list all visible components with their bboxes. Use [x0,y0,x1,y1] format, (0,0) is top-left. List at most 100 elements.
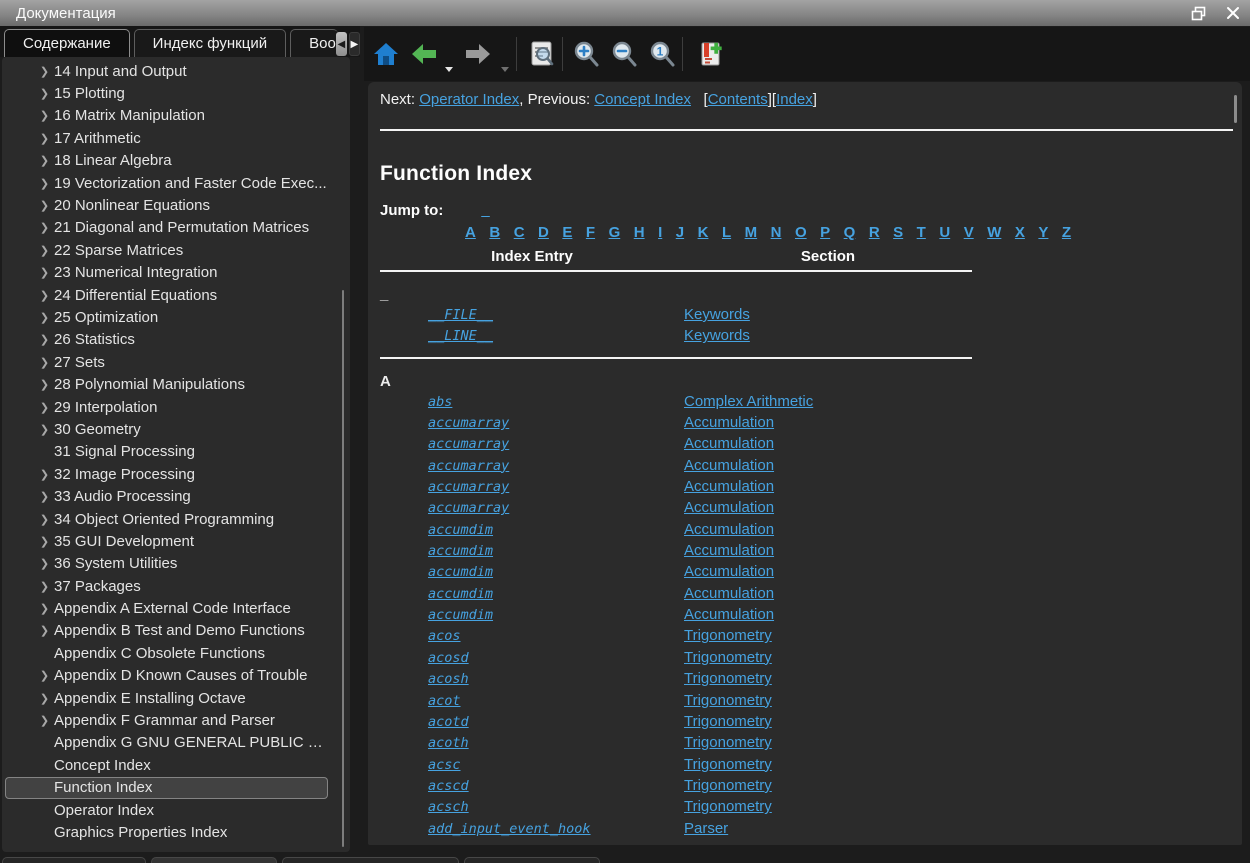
chevron-right-icon[interactable]: ❯ [35,669,54,682]
jump-letter-link[interactable]: Q [844,224,856,241]
tree-item[interactable]: ❯Appendix B Test and Demo Functions [5,620,328,642]
jump-letter-link[interactable]: Y [1038,224,1048,241]
tree-item[interactable]: ❯Appendix C Obsolete Functions [5,642,328,664]
tree-item[interactable]: ❯16 Matrix Manipulation [5,105,328,127]
chevron-right-icon[interactable]: ❯ [35,266,54,279]
function-link[interactable]: accumdim [404,564,493,580]
jump-letter-link[interactable]: N [771,224,782,241]
tree-item[interactable]: ❯17 Arithmetic [5,127,328,149]
bookmark-add-icon[interactable] [698,40,726,68]
section-link[interactable]: Trigonometry [684,649,772,666]
section-link[interactable]: Trigonometry [684,734,772,751]
jump-letter-link[interactable]: V [964,224,974,241]
tree-item[interactable]: ❯Appendix G GNU GENERAL PUBLIC LIC... [5,732,328,754]
restore-icon[interactable] [1190,4,1208,22]
tree-item[interactable]: ❯Concept Index [5,754,328,776]
close-icon[interactable] [1224,4,1242,22]
jump-letter-link[interactable]: P [820,224,830,241]
jump-letter-link[interactable]: T [917,224,926,241]
function-link[interactable]: accumdim [404,586,493,602]
jump-letter-link[interactable]: A [465,224,476,241]
section-link[interactable]: Accumulation [684,457,774,474]
jump-letter-link[interactable]: R [869,224,880,241]
tree-item[interactable]: ❯28 Polynomial Manipulations [5,373,328,395]
section-link[interactable]: Complex Arithmetic [684,393,813,410]
back-icon[interactable] [410,40,438,68]
chevron-right-icon[interactable]: ❯ [35,132,54,145]
tree-item[interactable]: ❯27 Sets [5,351,328,373]
tab-scroll-right-icon[interactable]: ▶ [349,32,360,56]
jump-underscore-link[interactable]: _ [481,202,489,219]
chevron-right-icon[interactable]: ❯ [35,356,54,369]
section-link[interactable]: Accumulation [684,585,774,602]
jump-letter-link[interactable]: O [795,224,807,241]
tree-item[interactable]: ❯31 Signal Processing [5,441,328,463]
zoom-in-icon[interactable] [572,40,600,68]
tree-item[interactable]: ❯Appendix A External Code Interface [5,597,328,619]
tree-item[interactable]: ❯33 Audio Processing [5,485,328,507]
jump-letter-link[interactable]: G [609,224,621,241]
section-link[interactable]: Trigonometry [684,798,772,815]
section-link[interactable]: Accumulation [684,542,774,559]
function-link[interactable]: acot [404,693,461,709]
function-link[interactable]: abs [404,394,452,410]
zoom-out-icon[interactable] [610,40,638,68]
sidebar-scrollbar-thumb[interactable] [342,290,345,847]
tab-function-index[interactable]: Индекс функций [134,29,286,57]
cut-off-button[interactable] [2,857,146,863]
chevron-right-icon[interactable]: ❯ [35,378,54,391]
tree-item[interactable]: ❯14 Input and Output [5,60,328,82]
section-link[interactable]: Trigonometry [684,627,772,644]
chevron-right-icon[interactable]: ❯ [35,333,54,346]
cut-off-button[interactable] [151,857,277,863]
jump-letter-link[interactable]: U [939,224,950,241]
chevron-right-icon[interactable]: ❯ [35,109,54,122]
function-link[interactable]: accumarray [404,415,509,431]
find-in-page-icon[interactable] [528,40,556,68]
section-link[interactable]: Accumulation [684,521,774,538]
chevron-right-icon[interactable]: ❯ [35,65,54,78]
chevron-right-icon[interactable]: ❯ [35,199,54,212]
tree-item[interactable]: ❯35 GUI Development [5,530,328,552]
jump-letter-link[interactable]: E [562,224,572,241]
function-link[interactable]: acoth [404,735,469,751]
tree-item[interactable]: ❯21 Diagonal and Permutation Matrices [5,217,328,239]
tree-item[interactable]: ❯Graphics Properties Index [5,821,328,843]
cut-off-button[interactable] [464,857,600,863]
jump-letter-link[interactable]: X [1015,224,1025,241]
chevron-right-icon[interactable]: ❯ [35,580,54,593]
jump-letter-link[interactable]: I [658,224,662,241]
chevron-right-icon[interactable]: ❯ [35,468,54,481]
jump-letter-link[interactable]: H [634,224,645,241]
tree-item[interactable]: ❯36 System Utilities [5,553,328,575]
chevron-right-icon[interactable]: ❯ [35,154,54,167]
tree-item[interactable]: ❯Operator Index [5,799,328,821]
section-link[interactable]: Trigonometry [684,756,772,773]
function-link[interactable]: __LINE__ [404,328,493,344]
chevron-right-icon[interactable]: ❯ [35,244,54,257]
chevron-right-icon[interactable]: ❯ [35,423,54,436]
section-link[interactable]: Accumulation [684,435,774,452]
jump-letter-link[interactable]: J [676,224,684,241]
tree-item[interactable]: ❯25 Optimization [5,306,328,328]
chevron-right-icon[interactable]: ❯ [35,177,54,190]
section-link[interactable]: Accumulation [684,563,774,580]
tree-item[interactable]: ❯22 Sparse Matrices [5,239,328,261]
jump-letter-link[interactable]: W [987,224,1001,241]
jump-letter-link[interactable]: D [538,224,549,241]
tree-item[interactable]: ❯37 Packages [5,575,328,597]
jump-letter-link[interactable]: Z [1062,224,1071,241]
function-link[interactable]: accumarray [404,436,509,452]
section-link[interactable]: Accumulation [684,478,774,495]
chevron-right-icon[interactable]: ❯ [35,513,54,526]
tree-item[interactable]: ❯30 Geometry [5,418,328,440]
tree-item[interactable]: ❯15 Plotting [5,82,328,104]
section-link[interactable]: Keywords [684,306,750,323]
section-link[interactable]: Parser [684,820,728,837]
function-link[interactable]: accumdim [404,543,493,559]
tree-item[interactable]: ❯Function Index [5,777,328,799]
function-link[interactable]: accumarray [404,500,509,516]
tab-scroll-left-icon[interactable]: ◀ [336,32,347,56]
tree-item[interactable]: ❯23 Numerical Integration [5,262,328,284]
tree-item[interactable]: ❯Appendix D Known Causes of Trouble [5,665,328,687]
